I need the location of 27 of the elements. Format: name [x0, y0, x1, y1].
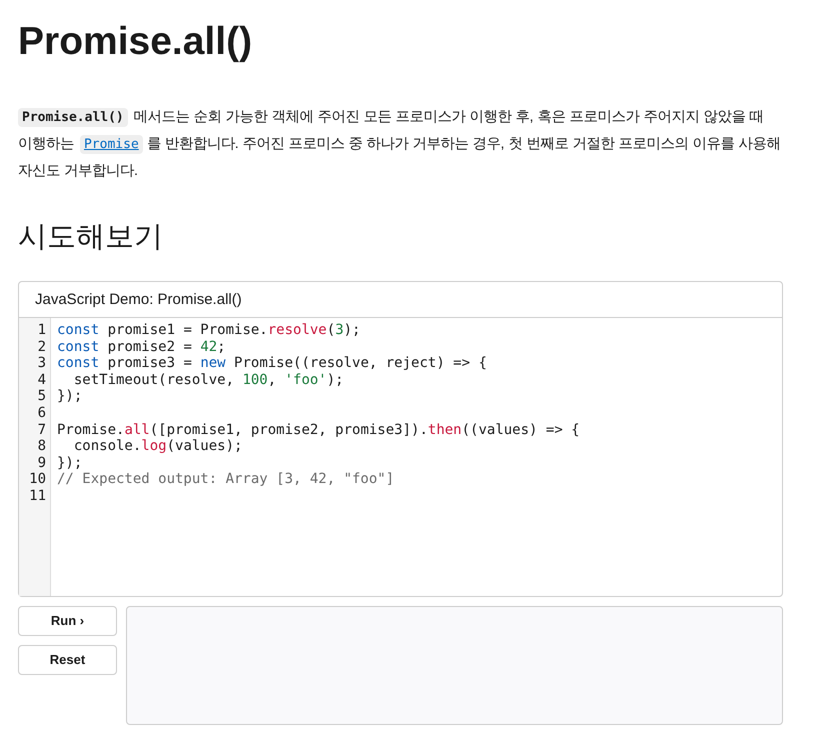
promise-link[interactable]: Promise — [80, 135, 143, 154]
line-number: 9 — [36, 454, 47, 472]
demo-title: JavaScript Demo: Promise.all() — [19, 282, 782, 318]
line-number: 1 — [36, 322, 47, 339]
code-line: }); — [57, 388, 82, 405]
line-number: 6 — [36, 404, 47, 422]
line-number: 11 — [28, 488, 47, 505]
section-heading: 시도해보기 — [18, 220, 164, 255]
line-number: 4 — [36, 372, 47, 388]
line-number: 8 — [36, 438, 47, 455]
line-number: 7 — [36, 422, 47, 438]
description-paragraph: Promise.all() 메서드는 순회 가능한 객체에 주어진 모든 프로미스가 이행한 후, 혹은 프로미스가 주어지지 않았을 때 이행하는 Promise 를 반환합니다. 주어진 프로미스 중 하나가 거부하는 경우, 첫 번째로 거절한 프로미스의 이유를 사용해 자신도 거부합니다. — [18, 107, 782, 181]
line-number: 10 — [28, 471, 47, 488]
code-line: setTimeout(resolve, 100, 'foo'); — [72, 372, 344, 388]
page-title: Promise.all() — [18, 19, 254, 65]
reset-button[interactable]: Reset — [18, 645, 117, 675]
line-number: 3 — [36, 355, 47, 372]
code-line: const promise1 = Promise.resolve(3); — [57, 322, 360, 339]
code-line: const promise2 = 42; — [57, 338, 226, 356]
code-line: console.log(values); — [72, 438, 242, 455]
code-line: // Expected output: Array [3, 42, "foo"] — [57, 471, 394, 488]
code-line: const promise3 = new Promise((resolve, reject) => { — [57, 355, 487, 372]
run-button[interactable]: Run › — [18, 606, 117, 636]
line-number: 5 — [36, 388, 47, 405]
code-line: }); — [57, 454, 82, 472]
line-number: 2 — [36, 338, 47, 356]
code-line: Promise.all([promise1, promise2, promise3]).then((values) => { — [57, 422, 580, 438]
